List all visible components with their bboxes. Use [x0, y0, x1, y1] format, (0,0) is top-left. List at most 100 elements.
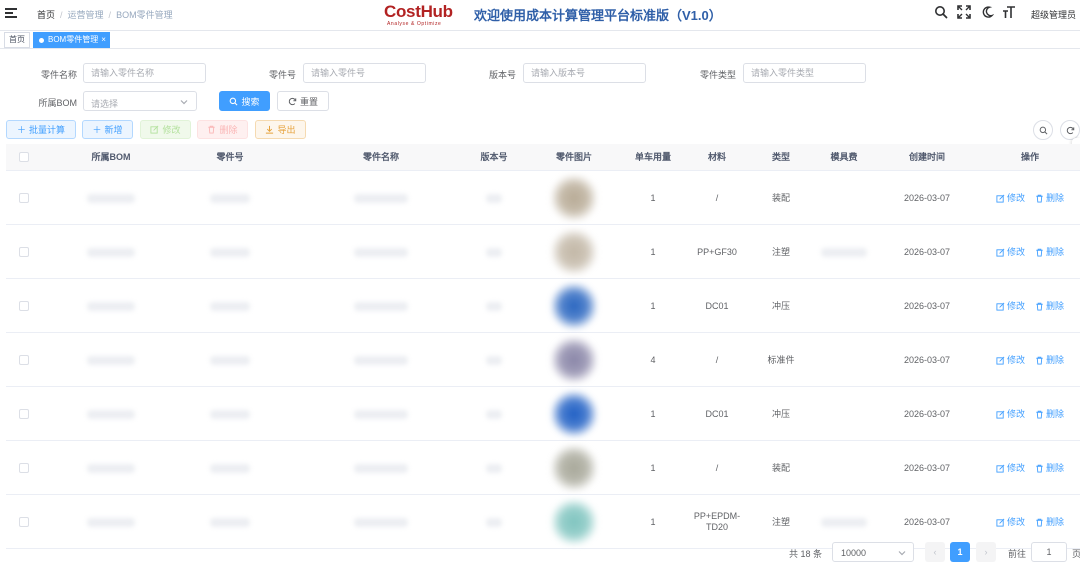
- row-checkbox[interactable]: [19, 463, 29, 473]
- row-checkbox[interactable]: [19, 301, 29, 311]
- row-checkbox[interactable]: [19, 409, 29, 419]
- redacted-text: [87, 355, 135, 365]
- edit-button[interactable]: 修改: [140, 120, 191, 139]
- table-row: 1 / 装配 2026-03-07 修改 删除: [6, 441, 1080, 495]
- font-size-icon[interactable]: [1002, 5, 1016, 19]
- part-image[interactable]: [551, 337, 597, 383]
- cell-bom: [58, 387, 164, 441]
- part-image[interactable]: [551, 175, 597, 221]
- reset-button[interactable]: 重置: [277, 91, 329, 111]
- version-input[interactable]: [523, 63, 646, 83]
- close-icon[interactable]: ×: [101, 35, 106, 44]
- part-image[interactable]: [551, 229, 597, 275]
- row-delete-button[interactable]: 删除: [1035, 517, 1064, 528]
- table-row: 1 / 装配 2026-03-07 修改 删除: [6, 171, 1080, 225]
- redacted-text: [354, 193, 408, 203]
- tag-bom-parts[interactable]: BOM零件管理 ×: [33, 32, 110, 48]
- search-button[interactable]: 搜索: [219, 91, 270, 111]
- select-all-checkbox[interactable]: [19, 152, 29, 162]
- cell-type: 注塑: [771, 246, 790, 257]
- cell-part-image: [542, 279, 606, 333]
- row-checkbox[interactable]: [19, 247, 29, 257]
- goto-page-input[interactable]: 1: [1031, 542, 1067, 562]
- row-delete-button[interactable]: 删除: [1035, 193, 1064, 204]
- cell-version: [466, 225, 522, 279]
- cell-part-name: [306, 441, 456, 495]
- row-edit-button[interactable]: 修改: [996, 247, 1025, 258]
- row-delete-button[interactable]: 删除: [1035, 301, 1064, 312]
- refresh-icon: [1066, 126, 1074, 134]
- table-row: 1 PP+EPDM-TD20 注塑 2026-03-07 修改 删除: [6, 495, 1080, 549]
- cell-part-name: [306, 279, 456, 333]
- row-edit-button[interactable]: 修改: [996, 301, 1025, 312]
- part-image[interactable]: [551, 391, 597, 437]
- theme-moon-icon[interactable]: [980, 5, 994, 19]
- redacted-text: [87, 463, 135, 473]
- cell-material: /: [715, 192, 719, 203]
- part-image[interactable]: [551, 283, 597, 329]
- redacted-text: [210, 301, 250, 311]
- cell-part-name: [306, 171, 456, 225]
- export-button[interactable]: 导出: [255, 120, 306, 139]
- delete-button[interactable]: 删除: [197, 120, 248, 139]
- page-number-current[interactable]: 1: [950, 542, 970, 562]
- refresh-table-button[interactable]: [1060, 120, 1080, 140]
- part-image[interactable]: [551, 445, 597, 491]
- fullscreen-icon[interactable]: [957, 5, 971, 19]
- cell-tooling-fee: [809, 171, 879, 225]
- row-delete-button[interactable]: 删除: [1035, 463, 1064, 474]
- table-row: 1 DC01 冲压 2026-03-07 修改 删除: [6, 387, 1080, 441]
- row-delete-button[interactable]: 删除: [1035, 247, 1064, 258]
- user-name[interactable]: 超级管理员: [1031, 8, 1076, 21]
- row-checkbox[interactable]: [19, 193, 29, 203]
- part-name-input[interactable]: [83, 63, 206, 83]
- costhub-logo: CostHub Analyse & Optimize: [384, 2, 453, 28]
- batch-calculate-button[interactable]: ＋批量计算: [6, 120, 76, 139]
- bom-select[interactable]: 请选择: [83, 91, 197, 111]
- prev-page-button[interactable]: ‹: [925, 542, 945, 562]
- edit-icon: [150, 125, 159, 134]
- redacted-text: [87, 301, 135, 311]
- cell-actions: 修改 删除: [981, 171, 1079, 225]
- row-edit-button[interactable]: 修改: [996, 517, 1025, 528]
- edit-icon: [996, 302, 1005, 311]
- cell-version: [466, 279, 522, 333]
- cell-created: 2026-03-07: [903, 246, 951, 257]
- row-edit-button[interactable]: 修改: [996, 409, 1025, 420]
- add-button[interactable]: ＋新增: [82, 120, 133, 139]
- edit-icon: [996, 518, 1005, 527]
- search-icon[interactable]: [934, 5, 948, 19]
- redacted-text: [210, 247, 250, 257]
- search-icon: [230, 97, 238, 105]
- hamburger-menu-icon[interactable]: [5, 8, 17, 18]
- toggle-search-button[interactable]: [1033, 120, 1053, 140]
- page-size-select[interactable]: 10000: [832, 542, 914, 562]
- cell-version: [466, 387, 522, 441]
- row-delete-button[interactable]: 删除: [1035, 409, 1064, 420]
- row-edit-button[interactable]: 修改: [996, 355, 1025, 366]
- part-type-input[interactable]: [743, 63, 866, 83]
- redacted-text: [210, 517, 250, 527]
- cell-type: 冲压: [771, 300, 790, 311]
- part-image[interactable]: [551, 499, 597, 545]
- row-edit-button[interactable]: 修改: [996, 463, 1025, 474]
- breadcrumb-home[interactable]: 首页: [37, 10, 55, 20]
- cell-created: 2026-03-07: [903, 354, 951, 365]
- next-page-button[interactable]: ›: [976, 542, 996, 562]
- active-dot-icon: [39, 38, 44, 43]
- row-checkbox[interactable]: [19, 517, 29, 527]
- col-part-name: 零件名称: [362, 152, 399, 162]
- row-delete-button[interactable]: 删除: [1035, 355, 1064, 366]
- trash-icon: [1036, 248, 1043, 257]
- cell-part-no: [176, 225, 284, 279]
- cell-bom: [58, 441, 164, 495]
- row-checkbox[interactable]: [19, 355, 29, 365]
- cell-type: 冲压: [771, 408, 790, 419]
- tag-home[interactable]: 首页: [4, 32, 30, 48]
- redacted-text: [354, 409, 408, 419]
- breadcrumb: 首页 / 运营管理 / BOM零件管理: [37, 10, 173, 20]
- trash-icon: [1036, 464, 1043, 473]
- row-edit-button[interactable]: 修改: [996, 193, 1025, 204]
- part-no-input[interactable]: [303, 63, 426, 83]
- breadcrumb-operations[interactable]: 运营管理: [68, 10, 104, 20]
